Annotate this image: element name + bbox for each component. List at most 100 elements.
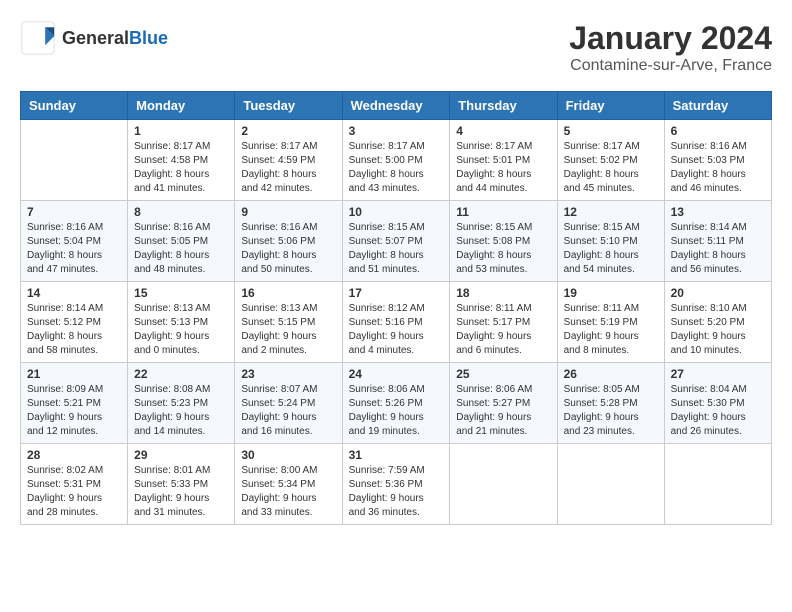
day-info: Sunrise: 8:13 AM Sunset: 5:15 PM Dayligh…	[241, 302, 335, 358]
logo-blue: Blue	[129, 28, 168, 48]
calendar-day-1: 1 Sunrise: 8:17 AM Sunset: 4:58 PM Daylig…	[128, 120, 235, 201]
day-number: 25	[456, 367, 550, 381]
day-info: Sunrise: 8:16 AM Sunset: 5:03 PM Dayligh…	[671, 140, 765, 196]
calendar-day-25: 25 Sunrise: 8:06 AM Sunset: 5:27 PM Dayli…	[450, 363, 557, 444]
day-info: Sunrise: 8:16 AM Sunset: 5:06 PM Dayligh…	[241, 221, 335, 277]
calendar-day-4: 4 Sunrise: 8:17 AM Sunset: 5:01 PM Daylig…	[450, 120, 557, 201]
logo-text: GeneralBlue	[62, 28, 168, 49]
day-number: 21	[27, 367, 121, 381]
calendar-day-19: 19 Sunrise: 8:11 AM Sunset: 5:19 PM Dayli…	[557, 282, 664, 363]
day-info: Sunrise: 8:11 AM Sunset: 5:17 PM Dayligh…	[456, 302, 550, 358]
day-info: Sunrise: 8:02 AM Sunset: 5:31 PM Dayligh…	[27, 464, 121, 520]
day-info: Sunrise: 8:14 AM Sunset: 5:11 PM Dayligh…	[671, 221, 765, 277]
day-info: Sunrise: 8:04 AM Sunset: 5:30 PM Dayligh…	[671, 383, 765, 439]
day-number: 27	[671, 367, 765, 381]
calendar-day-3: 3 Sunrise: 8:17 AM Sunset: 5:00 PM Daylig…	[342, 120, 450, 201]
calendar-day-15: 15Sunrise: 8:13 AM Sunset: 5:13 PM Dayli…	[128, 282, 235, 363]
day-info: Sunrise: 8:00 AM Sunset: 5:34 PM Dayligh…	[241, 464, 335, 520]
calendar-empty-cell	[557, 444, 664, 525]
calendar-day-18: 18Sunrise: 8:11 AM Sunset: 5:17 PM Dayli…	[450, 282, 557, 363]
calendar-day-28: 28 Sunrise: 8:02 AM Sunset: 5:31 PM Dayli…	[21, 444, 128, 525]
day-info: Sunrise: 8:17 AM Sunset: 4:59 PM Dayligh…	[241, 140, 335, 196]
month-title: January 2024	[569, 20, 772, 57]
day-number: 6	[671, 124, 765, 138]
calendar-week-row: 14Sunrise: 8:14 AM Sunset: 5:12 PM Dayli…	[21, 282, 772, 363]
calendar-day-29: 29 Sunrise: 8:01 AM Sunset: 5:33 PM Dayli…	[128, 444, 235, 525]
calendar-week-row: 1 Sunrise: 8:17 AM Sunset: 4:58 PM Daylig…	[21, 120, 772, 201]
day-info: Sunrise: 8:17 AM Sunset: 5:00 PM Dayligh…	[349, 140, 444, 196]
day-info: Sunrise: 8:06 AM Sunset: 5:27 PM Dayligh…	[456, 383, 550, 439]
day-number: 5	[564, 124, 658, 138]
day-info: Sunrise: 8:08 AM Sunset: 5:23 PM Dayligh…	[134, 383, 228, 439]
calendar-day-24: 24Sunrise: 8:06 AM Sunset: 5:26 PM Dayli…	[342, 363, 450, 444]
day-number: 11	[456, 205, 550, 219]
day-number: 3	[349, 124, 444, 138]
calendar-day-16: 16 Sunrise: 8:13 AM Sunset: 5:15 PM Dayli…	[235, 282, 342, 363]
day-number: 2	[241, 124, 335, 138]
day-number: 16	[241, 286, 335, 300]
day-number: 12	[564, 205, 658, 219]
calendar-day-2: 2 Sunrise: 8:17 AM Sunset: 4:59 PM Daylig…	[235, 120, 342, 201]
calendar-empty-cell	[21, 120, 128, 201]
calendar-header-row: SundayMondayTuesdayWednesdayThursdayFrid…	[21, 92, 772, 120]
weekday-header-saturday: Saturday	[664, 92, 771, 120]
calendar-day-27: 27 Sunrise: 8:04 AM Sunset: 5:30 PM Dayli…	[664, 363, 771, 444]
day-info: Sunrise: 8:10 AM Sunset: 5:20 PM Dayligh…	[671, 302, 765, 358]
day-info: Sunrise: 8:09 AM Sunset: 5:21 PM Dayligh…	[27, 383, 121, 439]
calendar-day-8: 8Sunrise: 8:16 AM Sunset: 5:05 PM Daylig…	[128, 201, 235, 282]
day-info: Sunrise: 8:15 AM Sunset: 5:08 PM Dayligh…	[456, 221, 550, 277]
calendar-day-5: 5 Sunrise: 8:17 AM Sunset: 5:02 PM Daylig…	[557, 120, 664, 201]
calendar-day-14: 14Sunrise: 8:14 AM Sunset: 5:12 PM Dayli…	[21, 282, 128, 363]
day-info: Sunrise: 7:59 AM Sunset: 5:36 PM Dayligh…	[349, 464, 444, 520]
calendar-empty-cell	[450, 444, 557, 525]
day-info: Sunrise: 8:16 AM Sunset: 5:04 PM Dayligh…	[27, 221, 121, 277]
day-info: Sunrise: 8:17 AM Sunset: 5:01 PM Dayligh…	[456, 140, 550, 196]
page-header: GeneralBlue January 2024 Contamine-sur-A…	[20, 20, 772, 75]
day-number: 1	[134, 124, 228, 138]
title-area: January 2024 Contamine-sur-Arve, France	[569, 20, 772, 75]
calendar-day-20: 20Sunrise: 8:10 AM Sunset: 5:20 PM Dayli…	[664, 282, 771, 363]
day-number: 10	[349, 205, 444, 219]
day-info: Sunrise: 8:15 AM Sunset: 5:10 PM Dayligh…	[564, 221, 658, 277]
weekday-header-monday: Monday	[128, 92, 235, 120]
day-number: 4	[456, 124, 550, 138]
calendar-day-13: 13 Sunrise: 8:14 AM Sunset: 5:11 PM Dayli…	[664, 201, 771, 282]
calendar-week-row: 21 Sunrise: 8:09 AM Sunset: 5:21 PM Dayli…	[21, 363, 772, 444]
weekday-header-thursday: Thursday	[450, 92, 557, 120]
calendar-empty-cell	[664, 444, 771, 525]
day-number: 22	[134, 367, 228, 381]
day-number: 23	[241, 367, 335, 381]
day-info: Sunrise: 8:17 AM Sunset: 5:02 PM Dayligh…	[564, 140, 658, 196]
day-info: Sunrise: 8:01 AM Sunset: 5:33 PM Dayligh…	[134, 464, 228, 520]
day-number: 30	[241, 448, 335, 462]
day-number: 8	[134, 205, 228, 219]
day-number: 31	[349, 448, 444, 462]
calendar-week-row: 7Sunrise: 8:16 AM Sunset: 5:04 PM Daylig…	[21, 201, 772, 282]
calendar-day-10: 10Sunrise: 8:15 AM Sunset: 5:07 PM Dayli…	[342, 201, 450, 282]
day-info: Sunrise: 8:12 AM Sunset: 5:16 PM Dayligh…	[349, 302, 444, 358]
day-info: Sunrise: 8:14 AM Sunset: 5:12 PM Dayligh…	[27, 302, 121, 358]
day-info: Sunrise: 8:17 AM Sunset: 4:58 PM Dayligh…	[134, 140, 228, 196]
calendar-table: SundayMondayTuesdayWednesdayThursdayFrid…	[20, 91, 772, 525]
day-number: 28	[27, 448, 121, 462]
calendar-day-9: 9Sunrise: 8:16 AM Sunset: 5:06 PM Daylig…	[235, 201, 342, 282]
calendar-week-row: 28 Sunrise: 8:02 AM Sunset: 5:31 PM Dayli…	[21, 444, 772, 525]
weekday-header-sunday: Sunday	[21, 92, 128, 120]
day-number: 29	[134, 448, 228, 462]
calendar-day-23: 23 Sunrise: 8:07 AM Sunset: 5:24 PM Dayli…	[235, 363, 342, 444]
calendar-day-26: 26Sunrise: 8:05 AM Sunset: 5:28 PM Dayli…	[557, 363, 664, 444]
logo-general: General	[62, 28, 129, 48]
day-info: Sunrise: 8:13 AM Sunset: 5:13 PM Dayligh…	[134, 302, 228, 358]
calendar-day-12: 12 Sunrise: 8:15 AM Sunset: 5:10 PM Dayli…	[557, 201, 664, 282]
day-number: 19	[564, 286, 658, 300]
day-number: 13	[671, 205, 765, 219]
day-number: 17	[349, 286, 444, 300]
calendar-day-30: 30 Sunrise: 8:00 AM Sunset: 5:34 PM Dayli…	[235, 444, 342, 525]
day-number: 24	[349, 367, 444, 381]
generalblue-logo-icon	[20, 20, 56, 56]
calendar-day-17: 17 Sunrise: 8:12 AM Sunset: 5:16 PM Dayli…	[342, 282, 450, 363]
day-info: Sunrise: 8:07 AM Sunset: 5:24 PM Dayligh…	[241, 383, 335, 439]
calendar-day-21: 21 Sunrise: 8:09 AM Sunset: 5:21 PM Dayli…	[21, 363, 128, 444]
calendar-day-22: 22 Sunrise: 8:08 AM Sunset: 5:23 PM Dayli…	[128, 363, 235, 444]
day-info: Sunrise: 8:11 AM Sunset: 5:19 PM Dayligh…	[564, 302, 658, 358]
